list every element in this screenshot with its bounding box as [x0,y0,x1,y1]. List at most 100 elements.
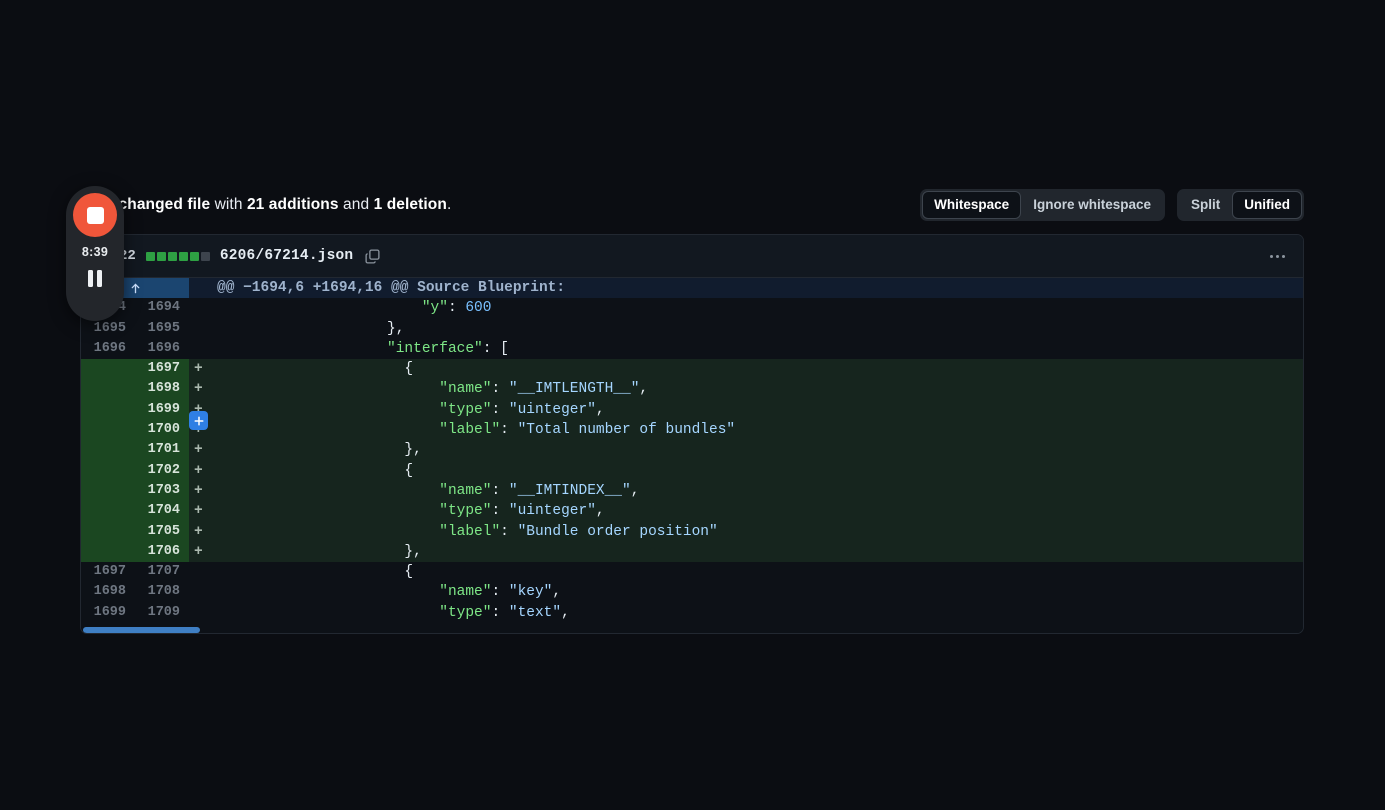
summary-with: with [210,196,247,213]
code-token: "type" [439,503,491,519]
old-line-number[interactable]: 1697 [81,562,135,582]
code-token: "Total number of bundles" [518,422,736,438]
code-token [213,402,439,418]
file-diff-header: 22 6206/67214.json [81,235,1303,278]
new-line-number[interactable]: 1696 [135,339,189,359]
code-token [213,524,439,540]
file-options-kebab-icon[interactable] [1266,249,1289,264]
old-line-number[interactable] [81,440,135,460]
code-token: }, [213,544,422,560]
new-line-number[interactable]: 1703 [135,481,189,501]
copy-path-icon[interactable] [365,249,380,264]
code-token: "label" [439,524,500,540]
diffstat-block [146,252,155,261]
whitespace-button[interactable]: Whitespace [922,191,1021,219]
diff-summary-bar: ing 1 changed file with 21 additions and… [80,192,1304,218]
code-token [213,422,439,438]
diff-code-cell: }, [211,440,1303,460]
diffstat-block [168,252,177,261]
diffstat-block [190,252,199,261]
new-line-number[interactable]: 1705 [135,522,189,542]
old-line-number[interactable]: 1695 [81,319,135,339]
old-line-number[interactable]: 1699 [81,603,135,623]
code-token: : [491,381,508,397]
code-token: "interface" [387,341,483,357]
old-line-number[interactable] [81,501,135,521]
diff-code-cell: "label": "Bundle order position" [211,522,1303,542]
old-line-number[interactable] [81,379,135,399]
new-line-number[interactable]: 1702 [135,461,189,481]
new-line-number[interactable]: 1695 [135,319,189,339]
new-line-number[interactable]: 1708 [135,582,189,602]
diff-sign-cell: + [189,522,211,542]
old-line-number[interactable]: 1696 [81,339,135,359]
old-line-number[interactable] [81,420,135,440]
diff-code-cell: "name": "__IMTLENGTH__", [211,379,1303,399]
diffstat-block [201,252,210,261]
diff-sign-cell [189,582,211,602]
diffstat-block [157,252,166,261]
new-line-number[interactable]: 1709 [135,603,189,623]
code-token: : [491,483,508,499]
new-line-number[interactable]: 1706 [135,542,189,562]
new-line-number[interactable]: 1707 [135,562,189,582]
summary-deletions: 1 deletion [374,196,447,213]
horizontal-scrollbar-thumb[interactable] [83,627,200,633]
code-token: "type" [439,402,491,418]
diff-code-cell: "type": "uinteger", [211,501,1303,521]
code-token: 600 [465,300,491,316]
code-token: "name" [439,483,491,499]
diffstat-blocks [146,252,210,261]
screen-recorder-widget: 8:39 [66,186,124,321]
diff-rows-body: @@ −1694,6 +1694,16 @@ Source Blueprint:… [81,278,1303,623]
diff-sign-cell [189,603,211,623]
code-token: , [561,605,570,621]
diff-code-cell: }, [211,319,1303,339]
new-line-number[interactable]: 1699 [135,400,189,420]
old-line-number[interactable] [81,481,135,501]
recording-timer: 8:39 [82,245,108,259]
pause-bar-icon [97,270,102,287]
diff-code-cell: "label": "Total number of bundles" [211,420,1303,440]
new-line-number[interactable]: 1694 [135,298,189,318]
horizontal-scrollbar[interactable] [81,626,1303,634]
code-token: "y" [422,300,448,316]
add-line-comment-button[interactable] [189,411,208,430]
old-line-number[interactable] [81,400,135,420]
new-line-number[interactable]: 1704 [135,501,189,521]
diff-code-cell: "type": "text", [211,603,1303,623]
new-line-number[interactable]: 1698 [135,379,189,399]
stop-recording-button[interactable] [73,193,117,237]
code-token: "name" [439,584,491,600]
code-token [213,483,439,499]
diff-row-add: 1701+ }, [81,440,1303,460]
new-line-number[interactable]: 1701 [135,440,189,460]
summary-additions: 21 additions [247,196,339,213]
diff-row-add: 1698+ "name": "__IMTLENGTH__", [81,379,1303,399]
code-token [213,503,439,519]
new-line-number[interactable]: 1700 [135,420,189,440]
old-line-number[interactable] [81,461,135,481]
diff-mode-segment-group: Split Unified [1177,189,1304,221]
old-line-number[interactable] [81,522,135,542]
pause-recording-button[interactable] [88,270,102,287]
old-line-number[interactable] [81,359,135,379]
diff-code-cell: { [211,359,1303,379]
ignore-whitespace-button[interactable]: Ignore whitespace [1021,191,1163,219]
code-token: "__IMTINDEX__" [509,483,631,499]
code-token: : [491,584,508,600]
diff-sign-cell: + [189,501,211,521]
old-line-number[interactable]: 1698 [81,582,135,602]
new-line-number[interactable]: 1697 [135,359,189,379]
unified-view-button[interactable]: Unified [1232,191,1302,219]
kebab-dot [1270,255,1273,258]
diff-row-ctx: 16991709 "type": "text", [81,603,1303,623]
diff-row-add: 1705+ "label": "Bundle order position" [81,522,1303,542]
old-line-number[interactable] [81,542,135,562]
code-token: "label" [439,422,500,438]
diff-row-add: 1700+ "label": "Total number of bundles" [81,420,1303,440]
diff-row-ctx: 16941694 "y": 600 [81,298,1303,318]
file-path-label[interactable]: 6206/67214.json [220,248,354,264]
diff-body: @@ −1694,6 +1694,16 @@ Source Blueprint:… [81,278,1303,634]
split-view-button[interactable]: Split [1179,191,1232,219]
